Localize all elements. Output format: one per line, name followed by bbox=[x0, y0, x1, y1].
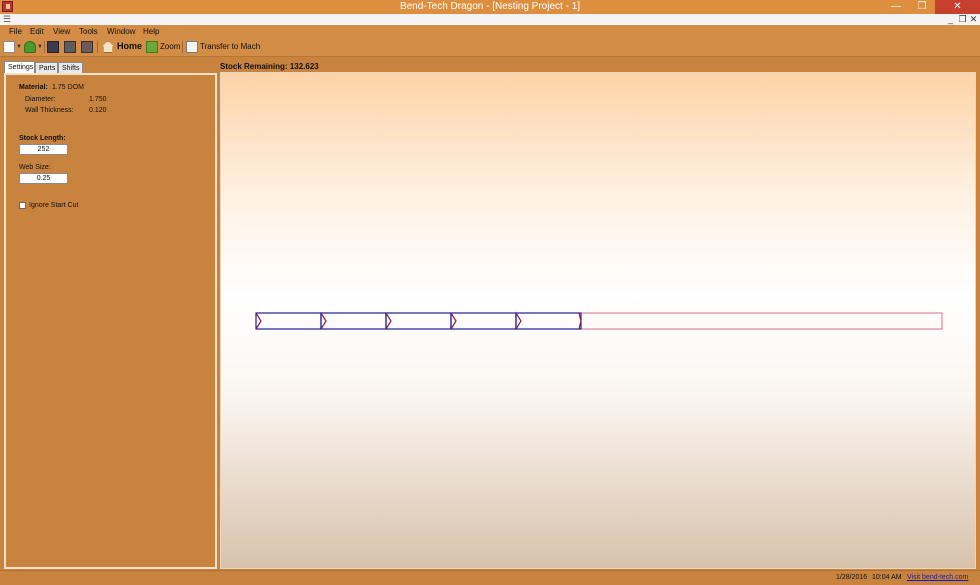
close-button[interactable]: ✕ bbox=[935, 0, 980, 14]
part-cut-profile bbox=[515, 312, 522, 330]
toolbar-separator bbox=[182, 41, 183, 53]
add-part-icon[interactable] bbox=[24, 41, 36, 53]
menu-help[interactable]: Help bbox=[143, 27, 159, 36]
zoom-button[interactable]: Zoom bbox=[160, 42, 180, 51]
home-icon[interactable] bbox=[102, 41, 114, 53]
status-time: 10:04 AM bbox=[872, 574, 902, 581]
web-size-input[interactable] bbox=[19, 173, 68, 184]
print-icon[interactable] bbox=[64, 41, 76, 53]
status-bar: 1/28/2016 10:04 AM Visit bend-tech.com bbox=[0, 570, 980, 585]
mdi-bar: ☰ _ ❐ ✕ bbox=[0, 14, 980, 25]
new-file-icon[interactable] bbox=[3, 41, 15, 53]
nested-part[interactable] bbox=[255, 312, 322, 330]
nesting-canvas[interactable] bbox=[220, 72, 976, 569]
ignore-start-cut-label: Ignore Start Cut bbox=[29, 202, 79, 209]
print-preview-icon[interactable] bbox=[81, 41, 93, 53]
stock-remaining: Stock Remaining: 132.623 bbox=[220, 62, 319, 71]
mdi-restore-button[interactable]: ❐ bbox=[957, 14, 968, 25]
tab-parts[interactable]: Parts bbox=[35, 62, 58, 73]
menu-edit[interactable]: Edit bbox=[30, 27, 44, 36]
wall-thickness-label: Wall Thickness: bbox=[25, 107, 74, 114]
document-icon[interactable]: ☰ bbox=[3, 15, 14, 24]
stock-remaining-value: 132.623 bbox=[289, 62, 319, 71]
part-cut-profile bbox=[320, 312, 327, 330]
diameter-value: 1.750 bbox=[89, 96, 107, 103]
nested-part[interactable] bbox=[320, 312, 387, 330]
save-icon[interactable] bbox=[47, 41, 59, 53]
mdi-close-button[interactable]: ✕ bbox=[968, 14, 979, 25]
tab-shifts[interactable]: Shifts bbox=[58, 62, 83, 73]
stock-remaining-label: Stock Remaining: bbox=[220, 62, 288, 71]
transfer-icon[interactable] bbox=[186, 41, 198, 53]
restore-button[interactable]: ❐ bbox=[909, 0, 935, 14]
settings-panel: Material: 1.75 DOM Diameter: 1.750 Wall … bbox=[4, 73, 217, 569]
part-cut-profile bbox=[385, 312, 392, 330]
transfer-to-mach-button[interactable]: Transfer to Mach bbox=[200, 42, 260, 51]
nested-part[interactable] bbox=[385, 312, 452, 330]
home-button[interactable]: Home bbox=[117, 41, 142, 51]
add-dropdown-icon[interactable]: ▼ bbox=[37, 44, 43, 50]
nested-part[interactable] bbox=[515, 312, 582, 330]
toolbar: ▼ ▼ Home Zoom Transfer to Mach bbox=[0, 38, 980, 57]
mdi-minimize-button[interactable]: _ bbox=[945, 14, 956, 25]
nest-drawing bbox=[255, 312, 943, 330]
tab-settings[interactable]: Settings bbox=[4, 61, 35, 73]
toolbar-separator bbox=[44, 41, 45, 53]
stock-remnant bbox=[580, 312, 943, 330]
zoom-icon[interactable] bbox=[146, 41, 158, 53]
website-link[interactable]: Visit bend-tech.com bbox=[907, 574, 968, 581]
menu-window[interactable]: Window bbox=[107, 27, 135, 36]
panel-tabs: Settings Parts Shifts bbox=[4, 61, 217, 73]
wall-thickness-value: 0.120 bbox=[89, 107, 107, 114]
menu-view[interactable]: View bbox=[53, 27, 70, 36]
stock-length-label: Stock Length: bbox=[19, 135, 66, 142]
nested-part[interactable] bbox=[450, 312, 517, 330]
title-bar: Bend-Tech Dragon - [Nesting Project - 1]… bbox=[0, 0, 980, 14]
material-value: 1.75 DOM bbox=[52, 84, 84, 91]
window-title: Bend-Tech Dragon - [Nesting Project - 1] bbox=[399, 1, 581, 12]
status-date: 1/28/2016 bbox=[836, 574, 868, 581]
stock-length-input[interactable] bbox=[19, 144, 68, 155]
diameter-label: Diameter: bbox=[25, 96, 56, 103]
material-label: Material: bbox=[19, 84, 48, 91]
menu-file[interactable]: File bbox=[9, 27, 22, 36]
new-dropdown-icon[interactable]: ▼ bbox=[16, 44, 22, 50]
minimize-button[interactable]: — bbox=[883, 0, 909, 14]
left-panel: Settings Parts Shifts Material: 1.75 DOM… bbox=[4, 61, 217, 569]
toolbar-separator bbox=[97, 41, 98, 53]
menu-tools[interactable]: Tools bbox=[79, 27, 98, 36]
part-cut-profile bbox=[450, 312, 457, 330]
menu-bar: File Edit View Tools Window Help bbox=[0, 25, 980, 38]
part-cut-profile bbox=[255, 312, 262, 330]
ignore-start-cut-checkbox[interactable] bbox=[19, 202, 26, 209]
web-size-label: Web Size: bbox=[19, 164, 51, 171]
